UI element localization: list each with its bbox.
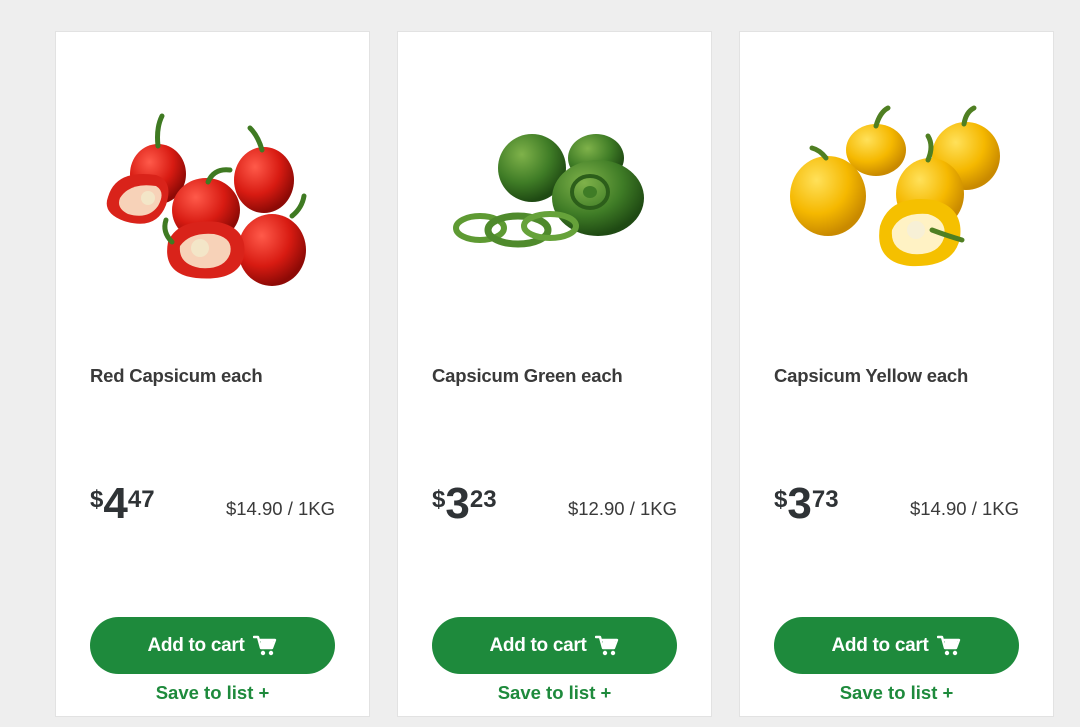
add-to-cart-label: Add to cart bbox=[831, 634, 929, 656]
price-currency: $ bbox=[90, 486, 104, 513]
price-cents: 47 bbox=[127, 486, 155, 513]
add-to-cart-label: Add to cart bbox=[489, 634, 587, 656]
cart-icon bbox=[253, 635, 277, 657]
price-currency: $ bbox=[432, 486, 446, 513]
price-dollars: 3 bbox=[787, 479, 812, 528]
unit-price: $12.90 / 1KG bbox=[567, 498, 677, 519]
cart-icon bbox=[595, 635, 619, 657]
cart-icon bbox=[937, 635, 961, 657]
unit-price: $14.90 / 1KG bbox=[225, 498, 335, 519]
add-to-cart-button[interactable]: Add to cart bbox=[774, 617, 1019, 674]
price-cents: 23 bbox=[469, 486, 497, 513]
product-price: $447 bbox=[90, 482, 155, 526]
product-card: Red Capsicum each $447 $14.90 / 1KG Add … bbox=[55, 31, 370, 717]
yellow-capsicum-image[interactable] bbox=[780, 102, 1015, 292]
product-name[interactable]: Red Capsicum each bbox=[90, 365, 263, 387]
product-name[interactable]: Capsicum Yellow each bbox=[774, 365, 968, 387]
save-to-list-link[interactable]: Save to list + bbox=[774, 682, 1019, 704]
red-capsicum-image[interactable] bbox=[96, 102, 331, 292]
price-dollars: 3 bbox=[445, 479, 470, 528]
product-price: $373 bbox=[774, 482, 839, 526]
add-to-cart-button[interactable]: Add to cart bbox=[432, 617, 677, 674]
save-to-list-link[interactable]: Save to list + bbox=[432, 682, 677, 704]
add-to-cart-button[interactable]: Add to cart bbox=[90, 617, 335, 674]
price-cents: 73 bbox=[811, 486, 839, 513]
price-currency: $ bbox=[774, 486, 788, 513]
unit-price: $14.90 / 1KG bbox=[909, 498, 1019, 519]
save-to-list-link[interactable]: Save to list + bbox=[90, 682, 335, 704]
price-dollars: 4 bbox=[103, 479, 128, 528]
product-card: Capsicum Yellow each $373 $14.90 / 1KG A… bbox=[739, 31, 1054, 717]
product-name[interactable]: Capsicum Green each bbox=[432, 365, 623, 387]
add-to-cart-label: Add to cart bbox=[147, 634, 245, 656]
green-capsicum-image[interactable] bbox=[438, 102, 673, 292]
product-card: Capsicum Green each $323 $12.90 / 1KG Ad… bbox=[397, 31, 712, 717]
product-price: $323 bbox=[432, 482, 497, 526]
